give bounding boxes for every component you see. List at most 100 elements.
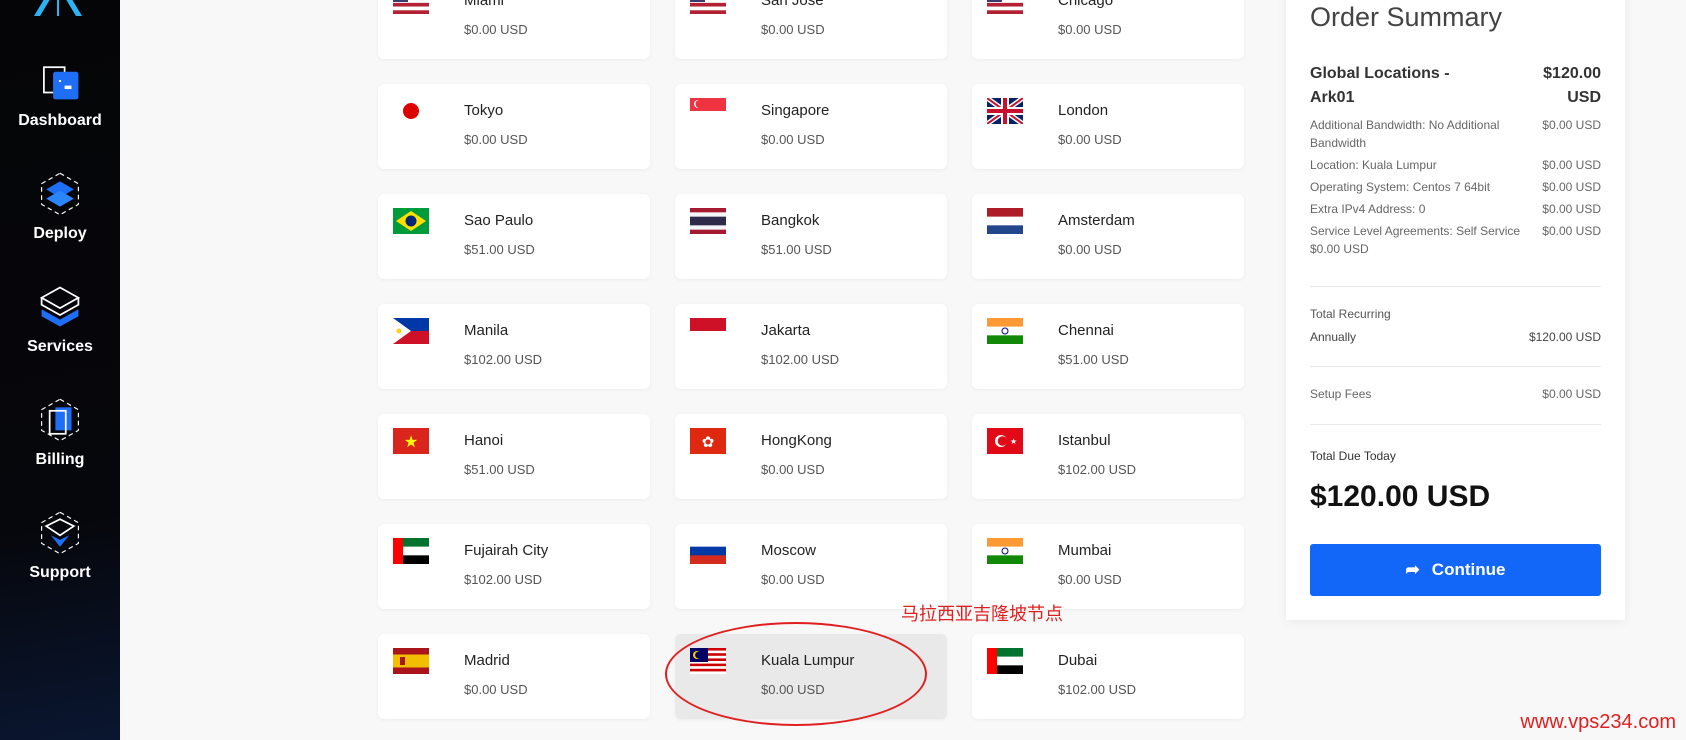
location-name: Moscow	[761, 542, 817, 559]
location-name: Madrid	[464, 652, 510, 669]
location-card-bangkok[interactable]: Bangkok $51.00 USD	[675, 194, 947, 279]
flag-es-icon	[393, 648, 429, 674]
location-name: San Jose	[761, 0, 824, 9]
flag-us-icon	[987, 0, 1023, 14]
location-card-chicago[interactable]: Chicago $0.00 USD	[972, 0, 1244, 59]
flag-in-icon	[987, 318, 1023, 344]
order-summary: Order Summary Global Locations - Ark01 $1…	[1286, 0, 1625, 620]
location-name: Istanbul	[1058, 432, 1111, 449]
location-name: Dubai	[1058, 652, 1098, 669]
flag-ph-icon	[393, 318, 429, 344]
location-name: Sao Paulo	[464, 212, 534, 229]
summary-line: Service Level Agreements: Self Service $…	[1310, 224, 1601, 256]
location-card-london[interactable]: London $0.00 USD	[972, 84, 1244, 169]
svg-text:★: ★	[404, 434, 418, 451]
location-card-san-jose[interactable]: San Jose $0.00 USD	[675, 0, 947, 59]
location-price: $0.00 USD	[761, 22, 825, 37]
location-card-madrid[interactable]: Madrid $0.00 USD	[378, 634, 650, 719]
location-name: Bangkok	[761, 212, 820, 229]
location-card-dubai[interactable]: Dubai $102.00 USD	[972, 634, 1244, 719]
location-price: $0.00 USD	[761, 462, 825, 477]
location-price: $102.00 USD	[1058, 682, 1137, 697]
flag-vn-icon: ★	[393, 428, 429, 454]
setup-label: Setup Fees	[1310, 387, 1372, 401]
sidebar-item-support[interactable]: Support	[0, 510, 120, 582]
summary-line: Extra IPv4 Address: 0 $0.00 USD	[1310, 202, 1601, 216]
flag-jp-icon	[393, 98, 429, 124]
location-price: $0.00 USD	[464, 682, 528, 697]
summary-line: Operating System: Centos 7 64bit $0.00 US…	[1310, 180, 1601, 194]
location-price: $102.00 USD	[464, 352, 543, 367]
location-card-moscow[interactable]: Moscow $0.00 USD	[675, 524, 947, 609]
flag-ru-icon	[690, 538, 726, 564]
location-name: HongKong	[761, 432, 832, 449]
location-card-chennai[interactable]: Chennai $51.00 USD	[972, 304, 1244, 389]
flag-tr-icon: ★	[987, 428, 1023, 454]
location-price: $0.00 USD	[464, 132, 528, 147]
location-card-istanbul[interactable]: ★ Istanbul $102.00 USD	[972, 414, 1244, 499]
billing-icon	[41, 398, 79, 442]
flag-hk-icon: ✿	[690, 428, 726, 454]
setup-price: $0.00 USD	[1542, 387, 1601, 401]
flag-nl-icon	[987, 208, 1023, 234]
location-card-jakarta[interactable]: Jakarta $102.00 USD	[675, 304, 947, 389]
location-card-hanoi[interactable]: ★ Hanoi $51.00 USD	[378, 414, 650, 499]
location-name: Jakarta	[761, 322, 811, 339]
sidebar: Dashboard Deploy Services Billing Support	[0, 0, 120, 740]
divider	[1310, 366, 1601, 367]
watermark: www.vps234.com	[1520, 711, 1676, 733]
location-price: $0.00 USD	[761, 572, 825, 587]
billing-cycle: Annually	[1310, 330, 1357, 344]
location-price: $0.00 USD	[1058, 242, 1122, 257]
flag-us-icon	[690, 0, 726, 14]
sidebar-item-dashboard[interactable]: Dashboard	[0, 58, 120, 130]
location-price: $0.00 USD	[761, 132, 825, 147]
sidebar-item-billing[interactable]: Billing	[0, 397, 120, 469]
continue-button[interactable]: ➦ Continue	[1310, 544, 1601, 596]
summary-title: Order Summary	[1310, 2, 1503, 32]
location-card-miami[interactable]: Miami $0.00 USD	[378, 0, 650, 59]
location-name: London	[1058, 102, 1109, 119]
product-line: Global Locations - Ark01 $120.00 USD	[1310, 65, 1601, 106]
location-price: $51.00 USD	[1058, 352, 1129, 367]
divider	[1310, 286, 1601, 287]
share-arrow-icon: ➦	[1405, 560, 1420, 579]
location-name: Hanoi	[464, 432, 504, 449]
location-price: $0.00 USD	[1058, 22, 1122, 37]
location-name: Amsterdam	[1058, 212, 1135, 229]
location-price: $102.00 USD	[1058, 462, 1137, 477]
sidebar-item-services[interactable]: Services	[0, 284, 120, 356]
flag-ae-icon	[987, 648, 1023, 674]
location-name: Chicago	[1058, 0, 1114, 9]
location-price: $51.00 USD	[464, 242, 535, 257]
logo-icon	[34, 0, 82, 16]
sidebar-item-deploy[interactable]: Deploy	[0, 171, 120, 243]
support-icon	[41, 511, 79, 555]
location-card-tokyo[interactable]: Tokyo $0.00 USD	[378, 84, 650, 169]
flag-br-icon	[393, 208, 429, 234]
location-card-singapore[interactable]: Singapore $0.00 USD	[675, 84, 947, 169]
services-icon	[39, 286, 81, 327]
svg-text:✿: ✿	[702, 434, 715, 451]
due-label: Total Due Today	[1310, 449, 1396, 463]
location-name: Chennai	[1058, 322, 1114, 339]
recurring-label: Total Recurring	[1310, 307, 1391, 321]
cycle-price: $120.00 USD	[1528, 330, 1601, 344]
flag-us-icon	[393, 0, 429, 14]
divider	[1310, 424, 1601, 425]
flag-gb-icon	[987, 98, 1023, 124]
location-card-manila[interactable]: Manila $102.00 USD	[378, 304, 650, 389]
flag-id-icon	[690, 318, 726, 344]
location-price: $51.00 USD	[464, 462, 535, 477]
location-name: Mumbai	[1058, 542, 1112, 559]
total-due: $120.00 USD	[1310, 480, 1491, 513]
annotation-text: 马拉西亚吉隆坡节点	[901, 604, 1063, 624]
location-card-mumbai[interactable]: Mumbai $0.00 USD	[972, 524, 1244, 609]
flag-th-icon	[690, 208, 726, 234]
location-card-fujairah-city[interactable]: Fujairah City $102.00 USD	[378, 524, 650, 609]
location-card-hongkong[interactable]: ✿ HongKong $0.00 USD	[675, 414, 947, 499]
location-price: $51.00 USD	[761, 242, 832, 257]
location-card-amsterdam[interactable]: Amsterdam $0.00 USD	[972, 194, 1244, 279]
svg-text:★: ★	[1010, 437, 1017, 446]
location-card-sao-paulo[interactable]: Sao Paulo $51.00 USD	[378, 194, 650, 279]
